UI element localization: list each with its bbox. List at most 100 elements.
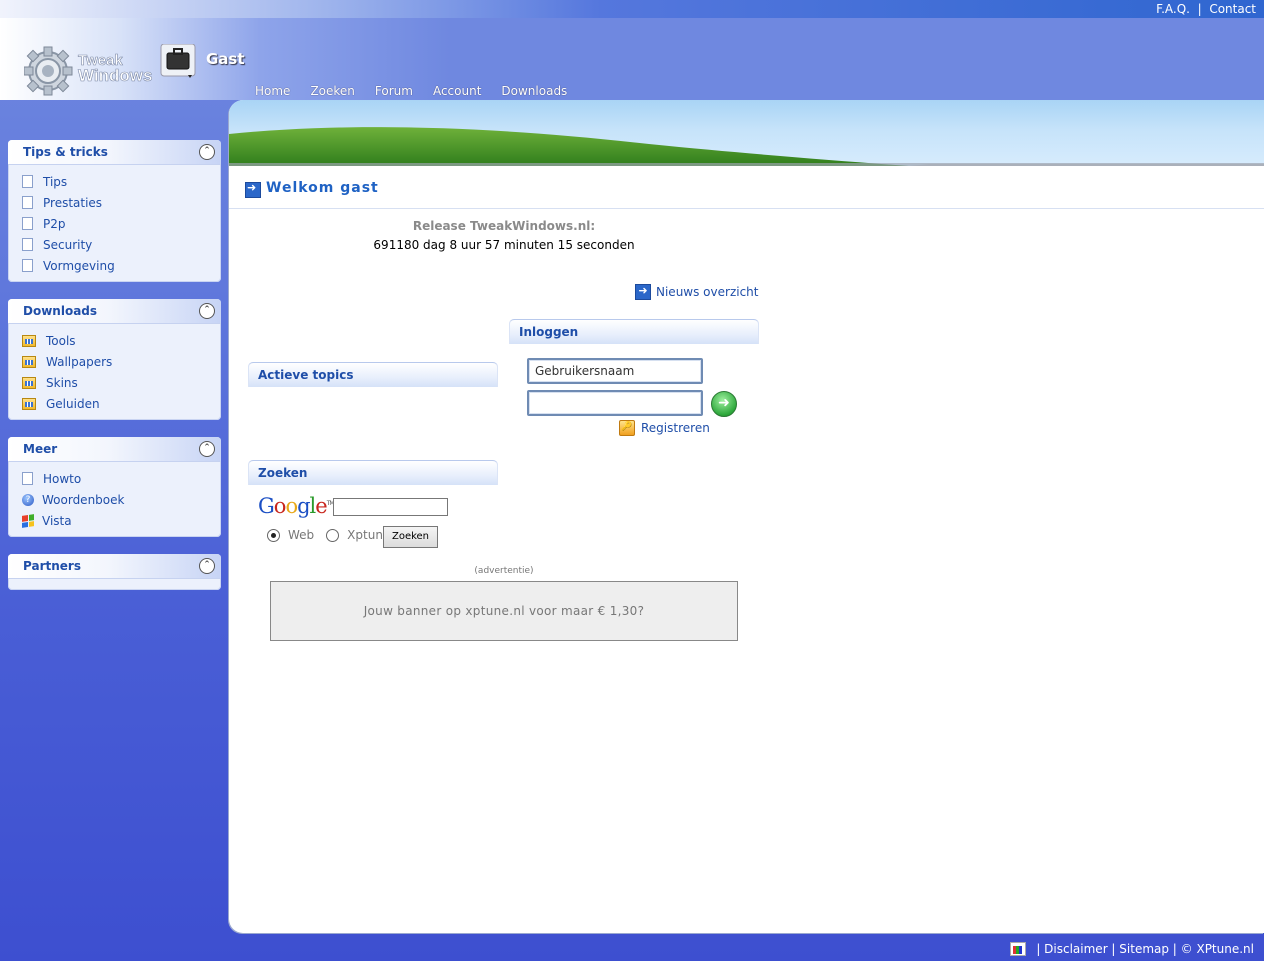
- page-icon: [22, 196, 33, 209]
- search-scope: Web Xptune: [267, 528, 390, 542]
- sidebar-item-howto[interactable]: Howto: [22, 468, 221, 489]
- collapse-icon[interactable]: ⌃: [199, 441, 215, 457]
- arrow-right-icon: ➜: [718, 395, 730, 411]
- password-field[interactable]: [527, 390, 703, 416]
- sidebar-item-label: Vista: [42, 513, 72, 528]
- sidebar-item-label: Wallpapers: [46, 354, 113, 369]
- top-links-separator: |: [1197, 2, 1202, 16]
- active-topics-header: Actieve topics: [248, 362, 498, 387]
- collapse-icon[interactable]: ⌃: [199, 303, 215, 319]
- login-title: Inloggen: [519, 325, 579, 339]
- footer-links[interactable]: | Disclaimer | Sitemap | © XPtune.nl: [1036, 942, 1254, 956]
- sidebar-item-label: Woordenboek: [42, 492, 125, 507]
- search-panel-header: Zoeken: [248, 460, 498, 485]
- nav-zoeken[interactable]: Zoeken: [310, 84, 354, 98]
- sidebar-item-security[interactable]: Security: [22, 234, 221, 255]
- folder-icon: [22, 355, 36, 368]
- release-countdown: Release TweakWindows.nl: 691180 dag 8 uu…: [229, 219, 779, 252]
- folder-icon: [22, 397, 36, 410]
- sidebar-item-label: Geluiden: [46, 396, 100, 411]
- username-field[interactable]: Gebruikersnaam: [527, 358, 703, 384]
- gear-icon: [23, 46, 73, 96]
- login-go-button[interactable]: ➜: [711, 391, 737, 417]
- stats-icon[interactable]: [1010, 942, 1027, 956]
- collapse-icon[interactable]: ⌃: [199, 558, 215, 574]
- sidebar-box-title: Partners: [23, 559, 81, 573]
- sidebar-box-header: Partners ⌃: [8, 554, 221, 579]
- sidebar-item-tools[interactable]: Tools: [22, 330, 221, 351]
- welcome-bar: Welkom gast: [229, 176, 1264, 209]
- footer: | Disclaimer | Sitemap | © XPtune.nl: [1010, 942, 1254, 956]
- sidebar-box-tips: Tips & tricks ⌃ Tips Prestaties P2p Secu…: [8, 140, 221, 282]
- tweakwindows-logo[interactable]: Tweak Windows: [23, 43, 199, 98]
- register-link[interactable]: 🔑 Registreren: [619, 420, 710, 436]
- sidebar-item-label: Tools: [46, 333, 76, 348]
- sidebar-item-wallpapers[interactable]: Wallpapers: [22, 351, 221, 372]
- logo-text-windows: Windows: [78, 66, 152, 85]
- main-content: Welkom gast Release TweakWindows.nl: 691…: [229, 100, 1264, 933]
- radio-web-label: Web: [288, 528, 315, 542]
- key-icon: 🔑: [619, 420, 635, 436]
- register-label: Registreren: [641, 421, 710, 435]
- sidebar-box-header: Downloads ⌃: [8, 299, 221, 324]
- google-logo: GoogleTM: [258, 494, 335, 518]
- page-icon: [22, 175, 33, 188]
- sidebar-box-meer: Meer ⌃ Howto ? Woordenboek Vista: [8, 437, 221, 537]
- sidebar-box-title: Downloads: [23, 304, 98, 318]
- main-nav: Home Zoeken Forum Account Downloads: [255, 84, 567, 98]
- windows-flag-icon: [22, 513, 34, 528]
- sidebar-item-label: P2p: [43, 216, 66, 231]
- sidebar-item-p2p[interactable]: P2p: [22, 213, 221, 234]
- collapse-icon[interactable]: ⌃: [199, 144, 215, 160]
- login-panel-header: Inloggen: [509, 319, 759, 344]
- sidebar-box-partners: Partners ⌃: [8, 554, 221, 590]
- nav-forum[interactable]: Forum: [375, 84, 413, 98]
- page-icon: [22, 217, 33, 230]
- sidebar-item-label: Howto: [43, 471, 82, 486]
- username-label: Gast: [206, 50, 245, 68]
- radio-web[interactable]: [267, 528, 280, 542]
- hill-image: [229, 127, 1264, 166]
- bliss-banner: [229, 100, 1264, 166]
- sidebar-box-title: Tips & tricks: [23, 145, 108, 159]
- help-icon: ?: [22, 493, 34, 506]
- sidebar-item-vormgeving[interactable]: Vormgeving: [22, 255, 221, 276]
- nav-account[interactable]: Account: [433, 84, 481, 98]
- sidebar-item-geluiden[interactable]: Geluiden: [22, 393, 221, 414]
- sidebar-item-label: Security: [43, 237, 93, 252]
- sidebar-box-header: Meer ⌃: [8, 437, 221, 462]
- radio-xptune[interactable]: [326, 528, 340, 542]
- sidebar-item-label: Tips: [43, 174, 68, 189]
- arrow-right-icon: [245, 181, 261, 198]
- google-search-input[interactable]: [333, 498, 448, 516]
- sidebar-item-tips[interactable]: Tips: [22, 171, 221, 192]
- search-button[interactable]: Zoeken: [383, 526, 438, 548]
- sidebar-item-label: Vormgeving: [43, 258, 115, 273]
- sidebar-item-vista[interactable]: Vista: [22, 510, 221, 531]
- sidebar-item-woordenboek[interactable]: ? Woordenboek: [22, 489, 221, 510]
- faq-link[interactable]: F.A.Q.: [1156, 2, 1190, 16]
- nav-downloads[interactable]: Downloads: [501, 84, 567, 98]
- sidebar-item-prestaties[interactable]: Prestaties: [22, 192, 221, 213]
- folder-icon: [22, 334, 36, 347]
- sidebar-box-downloads: Downloads ⌃ Tools Wallpapers Skins Gelui…: [8, 299, 221, 420]
- sidebar-item-skins[interactable]: Skins: [22, 372, 221, 393]
- active-topics-title: Actieve topics: [258, 368, 354, 382]
- sidebar-item-label: Prestaties: [43, 195, 103, 210]
- nav-home[interactable]: Home: [255, 84, 290, 98]
- search-title: Zoeken: [258, 466, 308, 480]
- sidebar-box-title: Meer: [23, 442, 58, 456]
- contact-link[interactable]: Contact: [1209, 2, 1256, 16]
- page-icon: [22, 259, 33, 272]
- sidebar: Tips & tricks ⌃ Tips Prestaties P2p Secu…: [8, 140, 221, 607]
- release-label: Release TweakWindows.nl:: [412, 219, 596, 233]
- page-icon: [22, 472, 33, 485]
- ad-banner[interactable]: Jouw banner op xptune.nl voor maar € 1,3…: [270, 581, 738, 641]
- sidebar-box-header: Tips & tricks ⌃: [8, 140, 221, 165]
- sidebar-item-label: Skins: [46, 375, 78, 390]
- news-overview-label: Nieuws overzicht: [656, 285, 759, 299]
- news-overview-link[interactable]: ➜ Nieuws overzicht: [635, 284, 758, 300]
- folder-icon: [22, 376, 36, 389]
- top-links: F.A.Q. | Contact: [1156, 2, 1256, 16]
- page-icon: [22, 238, 33, 251]
